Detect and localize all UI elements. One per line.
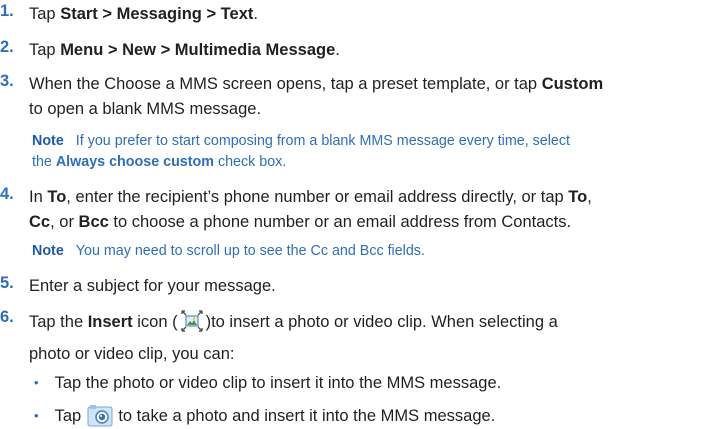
bullet-text: to take a photo and insert it into the M… <box>113 407 496 425</box>
text-run: )to insert a photo or video clip. When s… <box>205 313 558 331</box>
text-run: In <box>29 188 48 206</box>
ui-label: To <box>568 188 588 206</box>
note-label: Note <box>32 133 64 149</box>
bullet-text: Tap <box>54 407 86 425</box>
note-text: If you prefer to start composing from a … <box>75 133 571 149</box>
step-text: In To, enter the recipient’s phone numbe… <box>29 185 592 234</box>
note-text: check box. <box>213 154 287 170</box>
note-2: Note You may need to scroll up to see the… <box>32 241 425 262</box>
camera-icon <box>86 404 114 429</box>
text-run: Tap <box>29 41 61 59</box>
text-run: icon ( <box>132 313 178 331</box>
text-run: to open a blank MMS message. <box>29 99 262 118</box>
bullet-dot: • <box>34 375 39 390</box>
text-run: . <box>335 41 340 59</box>
step-number: 1. <box>0 2 14 20</box>
step-text: Tap the Insert icon ( )to insert a photo… <box>29 308 558 366</box>
text-run: . <box>253 5 258 23</box>
ui-label: Cc <box>29 212 51 231</box>
ui-path: Start > Messaging > Text <box>60 5 254 23</box>
step-text: Tap Menu > New > Multimedia Message. <box>29 38 340 63</box>
bullet-1: • Tap the photo or video clip to insert i… <box>34 371 501 396</box>
text-run: to choose a phone number or an email add… <box>108 212 572 231</box>
step-text: Enter a subject for your message. <box>29 274 276 299</box>
text-run: , or <box>50 212 79 231</box>
bullet-text: Tap the photo or video clip to insert it… <box>54 374 502 392</box>
text-run: Enter a subject for your message. <box>29 277 276 295</box>
step-number: 4. <box>0 185 14 203</box>
text-run: , <box>587 188 592 206</box>
bullet-2: • Tap to take a photo and insert it into … <box>34 404 495 429</box>
text-run: Tap <box>29 5 61 23</box>
note-1: Note If you prefer to start composing fro… <box>32 131 570 173</box>
ui-label: Custom <box>541 75 604 93</box>
note-label: Note <box>32 243 64 259</box>
ui-label: Insert <box>87 313 133 331</box>
ui-label: Bcc <box>78 212 109 231</box>
step-number: 5. <box>0 274 14 292</box>
note-text: the <box>32 154 56 170</box>
note-text: You may need to scroll up to see the Cc … <box>75 243 425 259</box>
text-run: photo or video clip, you can: <box>29 344 235 363</box>
step-number: 3. <box>0 72 14 90</box>
step-number: 6. <box>0 308 14 326</box>
ui-label: Always choose custom <box>55 154 214 170</box>
bullet-dot: • <box>34 408 39 423</box>
ui-path: Menu > New > Multimedia Message <box>60 41 336 59</box>
step-text: Tap Start > Messaging > Text. <box>29 2 258 27</box>
insert-picture-icon <box>178 308 206 342</box>
text-run: , enter the recipient’s phone number or … <box>66 188 569 206</box>
step-text: When the Choose a MMS screen opens, tap … <box>29 72 603 121</box>
ui-label: To <box>47 188 67 206</box>
step-number: 2. <box>0 38 14 56</box>
text-run: When the Choose a MMS screen opens, tap … <box>29 75 542 93</box>
text-run: Tap the <box>29 313 88 331</box>
